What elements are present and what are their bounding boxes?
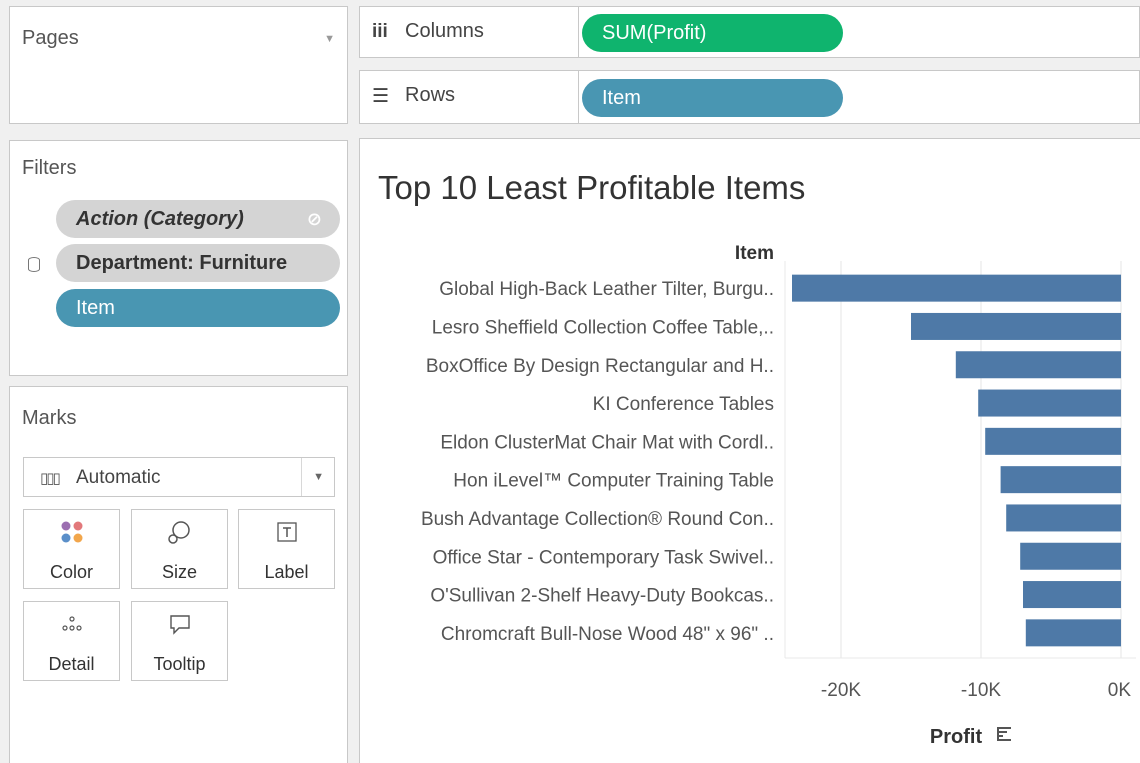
- detail-card-label: Detail: [48, 654, 95, 674]
- mark-type-dropdown[interactable]: ▯▯▯ Automatic ▼: [23, 457, 335, 497]
- filter-pill-item[interactable]: Item: [56, 289, 340, 327]
- bar: [985, 427, 1121, 455]
- bar-chart: Item Global High-Back Leather Tilter, Bur…: [421, 243, 1136, 748]
- category-label: KI Conference Tables: [593, 394, 774, 415]
- category-label: Bush Advantage Collection® Round Con..: [421, 509, 774, 530]
- color-icon: [24, 520, 119, 544]
- x-tick-label: 0K: [1108, 680, 1132, 701]
- sort-icon: [997, 727, 1011, 729]
- bar: [1023, 581, 1121, 609]
- bar: [1006, 504, 1121, 532]
- text-label-icon: [239, 520, 334, 544]
- category-label: Hon iLevel™ Computer Training Table: [453, 471, 774, 492]
- size-card-label: Size: [161, 562, 197, 582]
- chevron-down-icon[interactable]: ▼: [313, 471, 324, 483]
- tooltip-card-label: Tooltip: [153, 654, 206, 674]
- filter-pill-label: Item: [76, 297, 115, 319]
- link-icon: ⊘: [306, 209, 322, 229]
- pages-title: Pages: [22, 27, 79, 49]
- filter-pill-label: Department: Furniture: [76, 252, 288, 274]
- category-label: Eldon ClusterMat Chair Mat with Cordl..: [440, 432, 774, 453]
- category-label: Lesro Sheffield Collection Coffee Table,…: [432, 317, 774, 338]
- database-icon: [28, 257, 40, 272]
- marks-title: Marks: [22, 407, 77, 429]
- x-tick-label: -10K: [961, 680, 1001, 701]
- category-label: Global High-Back Leather Tilter, Burgu..: [439, 279, 774, 300]
- size-icon: [132, 520, 227, 544]
- bar: [792, 274, 1121, 302]
- tooltip-card[interactable]: Tooltip: [131, 601, 228, 681]
- label-card-label: Label: [264, 562, 309, 582]
- columns-pill-sum-profit[interactable]: SUM(Profit): [582, 14, 843, 52]
- pages-panel[interactable]: Pages ▼: [9, 6, 348, 124]
- x-axis-title: Profit: [930, 726, 983, 748]
- y-axis-title: Item: [735, 243, 774, 264]
- bar: [1000, 466, 1121, 494]
- bar: [911, 312, 1121, 340]
- category-label: Office Star - Contemporary Task Swivel..: [433, 547, 774, 568]
- category-label: BoxOffice By Design Rectangular and H..: [426, 356, 774, 377]
- filter-pill-action-category[interactable]: Action (Category) ⊘: [56, 200, 340, 238]
- bar-chart-icon: ▯▯▯: [40, 470, 61, 487]
- x-tick-label: -20K: [821, 680, 861, 701]
- filters-title: Filters: [22, 157, 77, 179]
- category-label: O'Sullivan 2-Shelf Heavy-Duty Bookcas..: [430, 586, 774, 607]
- bar: [978, 389, 1121, 417]
- sort-icon: [997, 739, 1011, 741]
- color-card[interactable]: Color: [23, 509, 120, 589]
- rows-label: Rows: [405, 84, 456, 106]
- tooltip-icon: [132, 612, 227, 636]
- rows-pill-item[interactable]: Item: [582, 79, 843, 117]
- label-card[interactable]: Label: [238, 509, 335, 589]
- bar: [955, 351, 1121, 379]
- filters-panel[interactable]: Filters Action (Category) ⊘ Department: …: [9, 140, 348, 376]
- filter-pill-department[interactable]: Department: Furniture: [56, 244, 340, 282]
- columns-shelf[interactable]: iii Columns SUM(Profit): [359, 6, 1140, 58]
- rows-icon: ☰: [372, 86, 390, 107]
- bar: [1020, 542, 1121, 570]
- columns-icon: iii: [372, 21, 388, 42]
- color-card-label: Color: [49, 562, 93, 582]
- category-label: Chromcraft Bull-Nose Wood 48" x 96" ..: [441, 624, 774, 645]
- columns-label: Columns: [405, 20, 484, 42]
- marks-panel: Marks ▯▯▯ Automatic ▼ Color Size Label D…: [9, 386, 348, 763]
- rows-shelf[interactable]: ☰ Rows Item: [359, 70, 1140, 124]
- detail-dots-icon: [24, 612, 119, 636]
- sort-icon: [997, 727, 999, 741]
- size-card[interactable]: Size: [131, 509, 228, 589]
- filter-pill-label: Action (Category): [76, 208, 244, 230]
- detail-card[interactable]: Detail: [23, 601, 120, 681]
- view-panel: Top 10 Least Profitable Items Item Global…: [359, 138, 1140, 763]
- mark-type-label: Automatic: [76, 467, 161, 488]
- bar: [1025, 619, 1121, 647]
- pages-dropdown-icon[interactable]: ▼: [324, 33, 335, 45]
